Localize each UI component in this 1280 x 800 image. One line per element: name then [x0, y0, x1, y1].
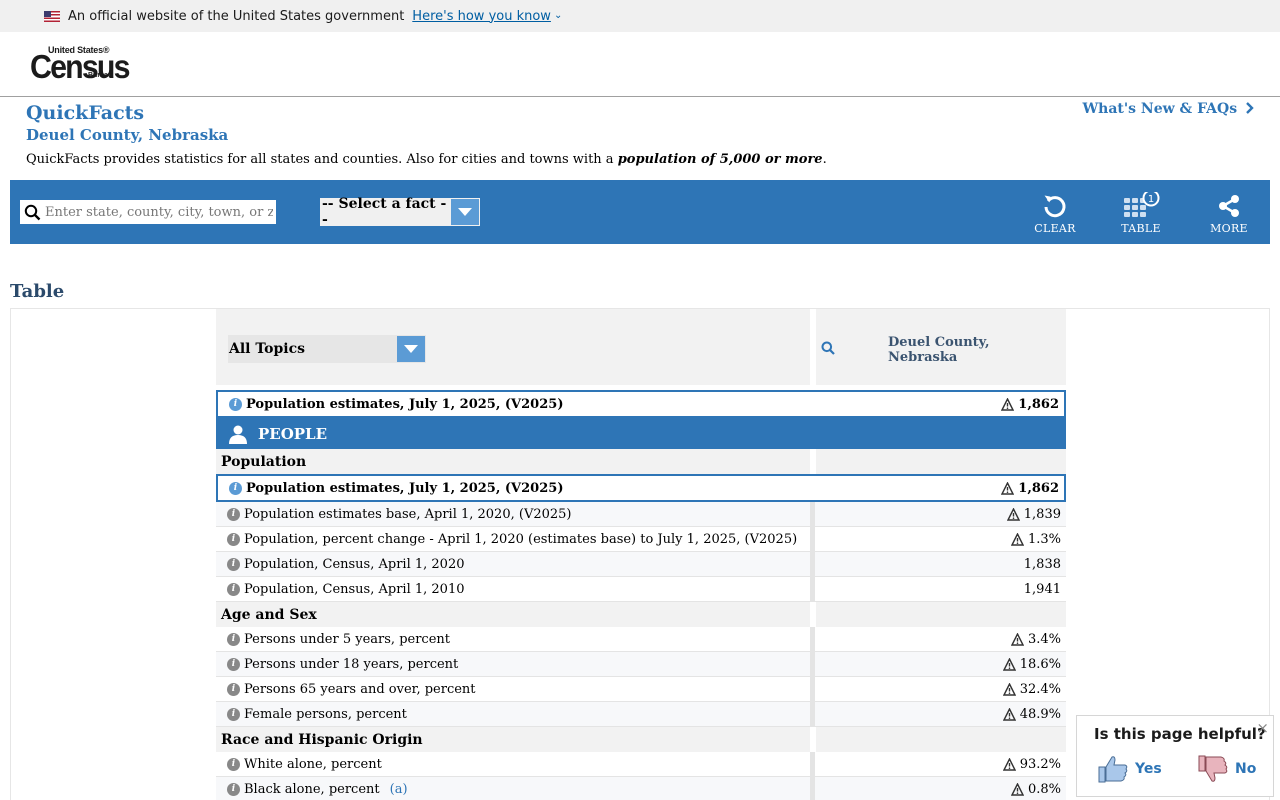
- table-header-left: All Topics: [216, 309, 810, 385]
- warning-icon[interactable]: [1002, 682, 1016, 696]
- table-row[interactable]: i Persons under 18 years, percent 18.6%: [216, 652, 1066, 677]
- table-row[interactable]: i White alone, percent 93.2%: [216, 752, 1066, 777]
- table-row[interactable]: i Population, Census, April 1, 2010 1,941: [216, 577, 1066, 602]
- fact-select[interactable]: -- Select a fact --: [320, 196, 480, 228]
- table-row[interactable]: i Population, Census, April 1, 2020 1,838: [216, 552, 1066, 577]
- footnote-link[interactable]: (a): [390, 782, 408, 797]
- search-icon: [24, 204, 41, 220]
- table-button[interactable]: 1 TABLE: [1111, 192, 1171, 235]
- info-icon[interactable]: i: [227, 782, 240, 796]
- table-row[interactable]: i Population estimates base, April 1, 202…: [216, 502, 1066, 527]
- share-icon: [1219, 195, 1239, 217]
- search-toolbar: -- Select a fact -- CLEAR 1 TABLE MORE: [10, 180, 1270, 244]
- feedback-question: Is this page helpful?: [1094, 725, 1266, 743]
- search-box[interactable]: [20, 200, 276, 224]
- page-title[interactable]: QuickFacts: [26, 102, 144, 124]
- thumbs-up-icon: [1098, 756, 1128, 783]
- info-icon[interactable]: i: [227, 582, 240, 596]
- info-icon[interactable]: i: [227, 632, 240, 646]
- table-header-right: Deuel County, Nebraska: [816, 309, 1066, 385]
- refresh-icon: [1044, 195, 1066, 218]
- info-icon[interactable]: i: [227, 707, 240, 721]
- geography-column-header: Deuel County, Nebraska: [888, 335, 990, 365]
- us-flag-icon: [44, 10, 60, 22]
- page-description: QuickFacts provides statistics for all s…: [26, 152, 827, 167]
- warning-icon[interactable]: [1010, 632, 1024, 646]
- info-icon[interactable]: i: [227, 757, 240, 771]
- geography-subtitle: Deuel County, Nebraska: [26, 126, 229, 144]
- warning-icon[interactable]: [1002, 657, 1016, 671]
- table-count-badge: 1: [1148, 194, 1154, 205]
- chevron-right-icon: [1246, 102, 1254, 114]
- gov-banner-text: An official website of the United States…: [68, 8, 405, 24]
- search-input[interactable]: [45, 204, 273, 220]
- feedback-no-button[interactable]: No: [1197, 754, 1256, 784]
- warning-icon[interactable]: [1002, 707, 1016, 721]
- section-header: Population: [216, 449, 1066, 474]
- info-icon[interactable]: i: [227, 557, 240, 571]
- table-row[interactable]: i Population estimates, July 1, 2025, (V…: [216, 390, 1066, 418]
- info-icon[interactable]: i: [227, 532, 240, 546]
- warning-icon[interactable]: [1010, 782, 1024, 796]
- census-logo[interactable]: United States® Census Bureau: [30, 44, 130, 85]
- close-icon[interactable]: ×: [1256, 719, 1269, 737]
- table-row[interactable]: i Persons under 5 years, percent 3.4%: [216, 627, 1066, 652]
- heres-how-you-know-link[interactable]: Here's how you know: [412, 9, 551, 24]
- dropdown-arrow-icon: [397, 336, 425, 362]
- table-heading: Table: [10, 281, 65, 302]
- warning-icon[interactable]: [1006, 507, 1020, 521]
- table-row[interactable]: i Female persons, percent 48.9%: [216, 702, 1066, 727]
- section-header: Age and Sex: [216, 602, 1066, 627]
- dropdown-arrow-icon: [451, 199, 479, 225]
- chevron-down-icon[interactable]: ⌄: [554, 10, 562, 21]
- warning-icon[interactable]: [1001, 397, 1015, 411]
- feedback-yes-button[interactable]: Yes: [1097, 754, 1162, 784]
- table-row[interactable]: i Black alone, percent (a) 0.8%: [216, 777, 1066, 800]
- table-row[interactable]: i Persons 65 years and over, percent 32.4%: [216, 677, 1066, 702]
- topic-select[interactable]: All Topics: [228, 335, 426, 363]
- info-icon[interactable]: i: [227, 682, 240, 696]
- gov-banner: An official website of the United States…: [0, 0, 1280, 32]
- info-icon[interactable]: i: [229, 397, 242, 411]
- warning-icon[interactable]: [1002, 757, 1016, 771]
- more-button[interactable]: MORE: [1199, 192, 1259, 235]
- section-header: Race and Hispanic Origin: [216, 727, 1066, 752]
- search-icon[interactable]: [821, 341, 835, 355]
- person-icon: [229, 425, 247, 444]
- warning-icon[interactable]: [1001, 481, 1015, 495]
- clear-button[interactable]: CLEAR: [1025, 192, 1085, 235]
- info-icon[interactable]: i: [229, 481, 242, 495]
- site-header: United States® Census Bureau: [0, 32, 1280, 97]
- thumbs-down-icon: [1198, 755, 1228, 782]
- warning-icon[interactable]: [1010, 532, 1024, 546]
- info-icon[interactable]: i: [227, 657, 240, 671]
- table-row[interactable]: i Population, percent change - April 1, 2…: [216, 527, 1066, 552]
- table-row[interactable]: i Population estimates, July 1, 2025, (V2…: [216, 474, 1066, 502]
- feedback-widget: Is this page helpful? × Yes No: [1076, 715, 1274, 797]
- info-icon[interactable]: i: [227, 507, 240, 521]
- people-section-header: PEOPLE: [216, 418, 1066, 449]
- whats-new-link[interactable]: What's New & FAQs: [1082, 101, 1254, 117]
- table-grid-icon: 1: [1124, 192, 1160, 217]
